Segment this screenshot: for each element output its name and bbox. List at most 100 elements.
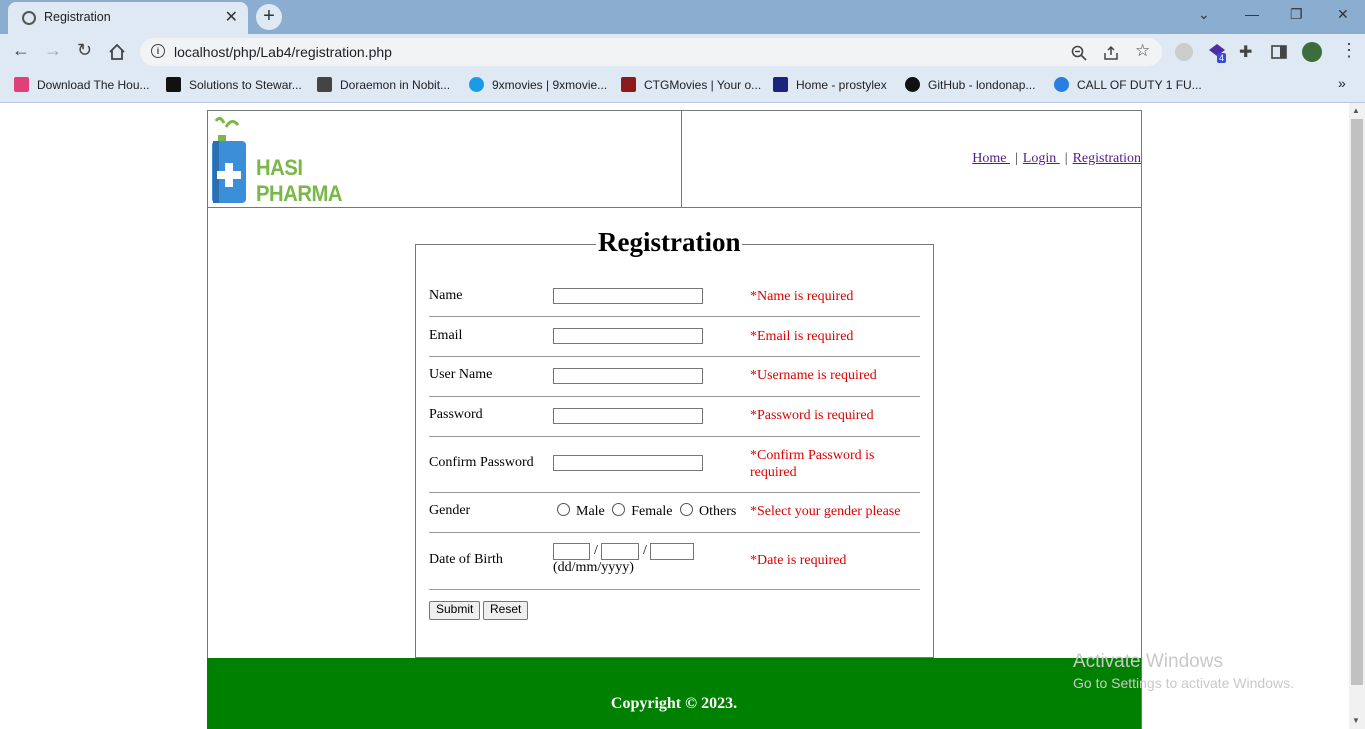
confirm-password-input[interactable]	[553, 455, 703, 471]
zoom-icon[interactable]	[1071, 45, 1087, 61]
back-icon[interactable]: ←	[12, 40, 30, 61]
browser-tab-bar: Registration ✕ + ⌄ — ❐ ✕	[0, 0, 1365, 34]
reload-icon[interactable]: ↻	[77, 40, 92, 61]
nav-separator: |	[1014, 151, 1018, 166]
email-error: *Email is required	[750, 329, 854, 344]
gender-female-radio[interactable]	[612, 503, 626, 516]
bookmark-item[interactable]: Solutions to Stewar...	[166, 77, 302, 95]
row-divider	[429, 436, 920, 437]
extension-badge-count: 4	[1217, 53, 1227, 63]
gender-female-label: Female	[631, 504, 673, 519]
row-divider	[429, 356, 920, 357]
dob-day-input[interactable]	[553, 543, 590, 560]
bookmark-item[interactable]: CTGMovies | Your o...	[621, 77, 761, 95]
pharma-bottle-icon	[212, 116, 246, 203]
bookmark-favicon-icon	[621, 77, 636, 92]
logo-text: HASI PHARMA	[256, 155, 343, 206]
bookmark-favicon-icon	[14, 77, 29, 92]
globe-icon	[22, 11, 36, 25]
gender-row: Gender Male Female Others *Select your g…	[429, 503, 920, 523]
bookmark-favicon-icon	[773, 77, 788, 92]
header-logo-cell: HASI PHARMA	[208, 111, 682, 207]
extension-record-icon[interactable]	[1175, 43, 1193, 61]
email-row: Email *Email is required	[429, 328, 920, 348]
name-input[interactable]	[553, 288, 703, 304]
bookmark-item[interactable]: 9xmovies | 9xmovie...	[469, 77, 607, 95]
dob-label: Date of Birth	[429, 552, 503, 567]
scroll-up-icon[interactable]: ▲	[1352, 106, 1360, 115]
profile-avatar[interactable]	[1302, 42, 1322, 62]
page-container: HASI PHARMA Home | Login | Registration Re…	[207, 110, 1142, 729]
password-label: Password	[429, 407, 483, 422]
row-divider	[429, 316, 920, 317]
watermark-line1: Activate Windows	[1073, 651, 1223, 672]
github-icon	[905, 77, 920, 92]
bookmark-item[interactable]: Download The Hou...	[14, 77, 150, 95]
dob-month-input[interactable]	[601, 543, 639, 560]
tab-search-icon[interactable]: ⌄	[1198, 6, 1210, 23]
password-row: Password *Password is required	[429, 407, 920, 427]
bookmark-favicon-icon	[1054, 77, 1069, 92]
close-tab-icon[interactable]: ✕	[225, 7, 238, 27]
scrollbar-thumb[interactable]	[1351, 119, 1363, 685]
side-panel-icon[interactable]	[1271, 44, 1287, 60]
email-input[interactable]	[553, 328, 703, 344]
password-input[interactable]	[553, 408, 703, 424]
gender-male-radio[interactable]	[557, 503, 570, 516]
confirm-password-error: *Confirm Password is required	[750, 448, 875, 480]
dob-slash: /	[643, 543, 647, 558]
home-icon[interactable]	[108, 43, 126, 61]
extensions-puzzle-icon[interactable]: ✚	[1239, 42, 1252, 62]
restore-icon[interactable]: ❐	[1290, 6, 1303, 23]
nav-home-link[interactable]: Home	[972, 151, 1010, 166]
row-divider	[429, 532, 920, 533]
bookmark-favicon-icon	[166, 77, 181, 92]
dob-year-input[interactable]	[650, 543, 694, 560]
bookmark-star-icon[interactable]: ☆	[1135, 41, 1150, 61]
bookmarks-bar: Download The Hou... Solutions to Stewar.…	[0, 70, 1365, 103]
share-icon[interactable]	[1103, 45, 1119, 61]
gender-others-radio[interactable]	[679, 503, 693, 516]
more-bookmarks-icon[interactable]: »	[1338, 75, 1346, 93]
minimize-icon[interactable]: —	[1245, 6, 1259, 22]
submit-button[interactable]: Submit	[429, 601, 481, 620]
bookmark-item[interactable]: CALL OF DUTY 1 FU...	[1054, 77, 1202, 95]
gender-label: Gender	[429, 503, 471, 518]
reset-button[interactable]: Reset	[483, 601, 529, 620]
browser-tab[interactable]: Registration ✕	[8, 2, 248, 34]
nav-registration-link[interactable]: Registration	[1073, 151, 1141, 166]
username-label: User Name	[429, 367, 493, 382]
menu-kebab-icon[interactable]: ⋮	[1340, 40, 1358, 61]
bookmark-item[interactable]: Doraemon in Nobit...	[317, 77, 450, 95]
window-close-icon[interactable]: ✕	[1337, 6, 1349, 23]
header-divider	[208, 207, 1141, 208]
nav-login-link[interactable]: Login	[1023, 151, 1060, 166]
new-tab-button[interactable]: +	[256, 4, 282, 30]
forward-icon[interactable]: →	[44, 40, 62, 61]
browser-toolbar: ← → ↻ i localhost/php/Lab4/registration.…	[0, 34, 1365, 70]
dob-error: *Date is required	[750, 553, 847, 568]
confirm-password-label: Confirm Password	[429, 455, 534, 470]
tab-title: Registration	[44, 10, 111, 24]
extension-badge-icon[interactable]: 4	[1208, 43, 1227, 63]
bookmark-item[interactable]: GitHub - londonap...	[905, 77, 1035, 95]
username-input[interactable]	[553, 368, 703, 384]
url-text: localhost/php/Lab4/registration.php	[174, 44, 392, 60]
name-row: Name *Name is required	[429, 288, 920, 308]
name-error: *Name is required	[750, 289, 854, 304]
username-row: User Name *Username is required	[429, 367, 920, 387]
row-divider	[429, 396, 920, 397]
registration-fieldset: Registration Name *Name is required Emai…	[415, 227, 934, 658]
username-error: *Username is required	[750, 368, 877, 383]
address-bar[interactable]: i localhost/php/Lab4/registration.php ☆	[140, 38, 1162, 66]
scroll-down-icon[interactable]: ▼	[1352, 716, 1360, 725]
bookmark-item[interactable]: Home - prostylex	[773, 77, 887, 95]
site-info-icon[interactable]: i	[151, 44, 165, 58]
row-divider	[429, 589, 920, 590]
page-scrollbar[interactable]: ▲ ▼	[1349, 103, 1365, 729]
copyright-text: Copyright © 2023.	[610, 695, 738, 712]
watermark-line2: Go to Settings to activate Windows.	[1073, 675, 1294, 691]
name-label: Name	[429, 288, 463, 303]
header-nav-cell: Home | Login | Registration	[682, 111, 1141, 207]
email-label: Email	[429, 328, 463, 343]
